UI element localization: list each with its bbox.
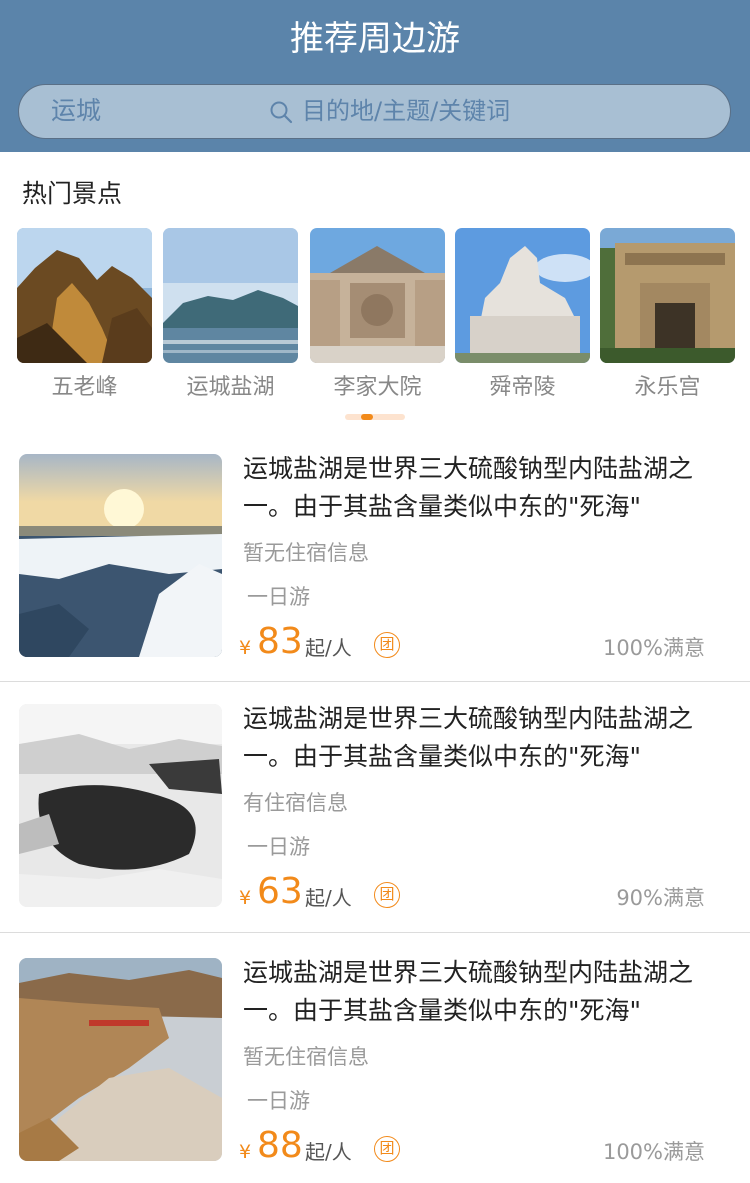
spot-label: 李家大院 (333, 375, 422, 400)
hot-spots-title: 热门景点 (22, 179, 123, 208)
spot-label: 舜帝陵 (489, 375, 556, 400)
trip-price: 88 (257, 1125, 303, 1166)
satisfaction-rate: 90%满意 (616, 886, 705, 910)
trip-price-row: ¥ 88 起/人 团 100%满意 (239, 1124, 719, 1168)
trip-title: 运城盐湖是世界三大硫酸钠型内陆盐湖之一。由于其盐含量类似中东的"死海" (243, 454, 694, 521)
page-title: 推荐周边游 (290, 19, 460, 59)
trip-image (19, 454, 222, 657)
spot-item[interactable]: 运城盐湖 (163, 228, 298, 403)
trip-lodging-info: 暂无住宿信息 (243, 1045, 369, 1069)
spot-image (455, 228, 590, 363)
spot-image (163, 228, 298, 363)
price-unit: 起/人 (305, 886, 352, 910)
satisfaction-rate: 100%满意 (602, 1140, 705, 1164)
spot-image (600, 228, 735, 363)
group-tour-badge: 团 (374, 632, 400, 658)
trip-title: 运城盐湖是世界三大硫酸钠型内陆盐湖之一。由于其盐含量类似中东的"死海" (243, 958, 694, 1025)
trip-lodging-info: 有住宿信息 (243, 791, 348, 815)
trip-image (19, 704, 222, 907)
trip-card[interactable]: 运城盐湖是世界三大硫酸钠型内陆盐湖之一。由于其盐含量类似中东的"死海" 暂无住宿… (0, 454, 750, 704)
carousel-indicator (345, 414, 405, 420)
group-tour-badge: 团 (374, 882, 400, 908)
currency-symbol: ¥ (239, 637, 252, 659)
group-tour-badge: 团 (374, 1136, 400, 1162)
trip-card[interactable]: 运城盐湖是世界三大硫酸钠型内陆盐湖之一。由于其盐含量类似中东的"死海" 有住宿信… (0, 704, 750, 954)
spot-item[interactable]: 舜帝陵 (455, 228, 590, 403)
satisfaction-rate: 100%满意 (602, 636, 705, 660)
spot-image (17, 228, 152, 363)
trip-lodging-info: 暂无住宿信息 (243, 541, 369, 565)
search-icon (270, 101, 293, 124)
spot-label: 五老峰 (51, 375, 118, 400)
trip-price: 83 (257, 621, 303, 662)
currency-symbol: ¥ (239, 887, 252, 909)
spot-label: 永乐宫 (634, 375, 701, 400)
trip-image (19, 958, 222, 1161)
divider (0, 932, 750, 933)
search-bar[interactable]: 运城 目的地/主题/关键词 (18, 84, 731, 139)
currency-symbol: ¥ (239, 1141, 252, 1163)
divider (0, 681, 750, 682)
price-unit: 起/人 (305, 1140, 352, 1164)
spot-item[interactable]: 永乐宫 (600, 228, 735, 403)
spot-item[interactable]: 李家大院 (310, 228, 445, 403)
trip-price-row: ¥ 83 起/人 团 100%满意 (239, 620, 719, 664)
trip-type: 一日游 (247, 835, 310, 859)
carousel-indicator-active (361, 414, 373, 420)
spot-image (310, 228, 445, 363)
trip-card[interactable]: 运城盐湖是世界三大硫酸钠型内陆盐湖之一。由于其盐含量类似中东的"死海" 暂无住宿… (0, 958, 750, 1183)
trip-type: 一日游 (247, 1089, 310, 1113)
trip-title: 运城盐湖是世界三大硫酸钠型内陆盐湖之一。由于其盐含量类似中东的"死海" (243, 704, 694, 771)
spot-item[interactable]: 五老峰 (17, 228, 152, 403)
price-unit: 起/人 (305, 636, 352, 660)
trip-type: 一日游 (247, 585, 310, 609)
trip-price: 63 (257, 871, 303, 912)
spot-label: 运城盐湖 (186, 375, 275, 400)
hot-spots-carousel[interactable]: 五老峰 运城盐湖 李家大院 舜帝陵 永乐宫 (17, 228, 737, 408)
top-header: 推荐周边游 运城 目的地/主题/关键词 (0, 0, 750, 152)
trip-price-row: ¥ 63 起/人 团 90%满意 (239, 870, 719, 914)
search-input[interactable]: 目的地/主题/关键词 (302, 85, 510, 137)
city-selector[interactable]: 运城 (51, 85, 101, 137)
